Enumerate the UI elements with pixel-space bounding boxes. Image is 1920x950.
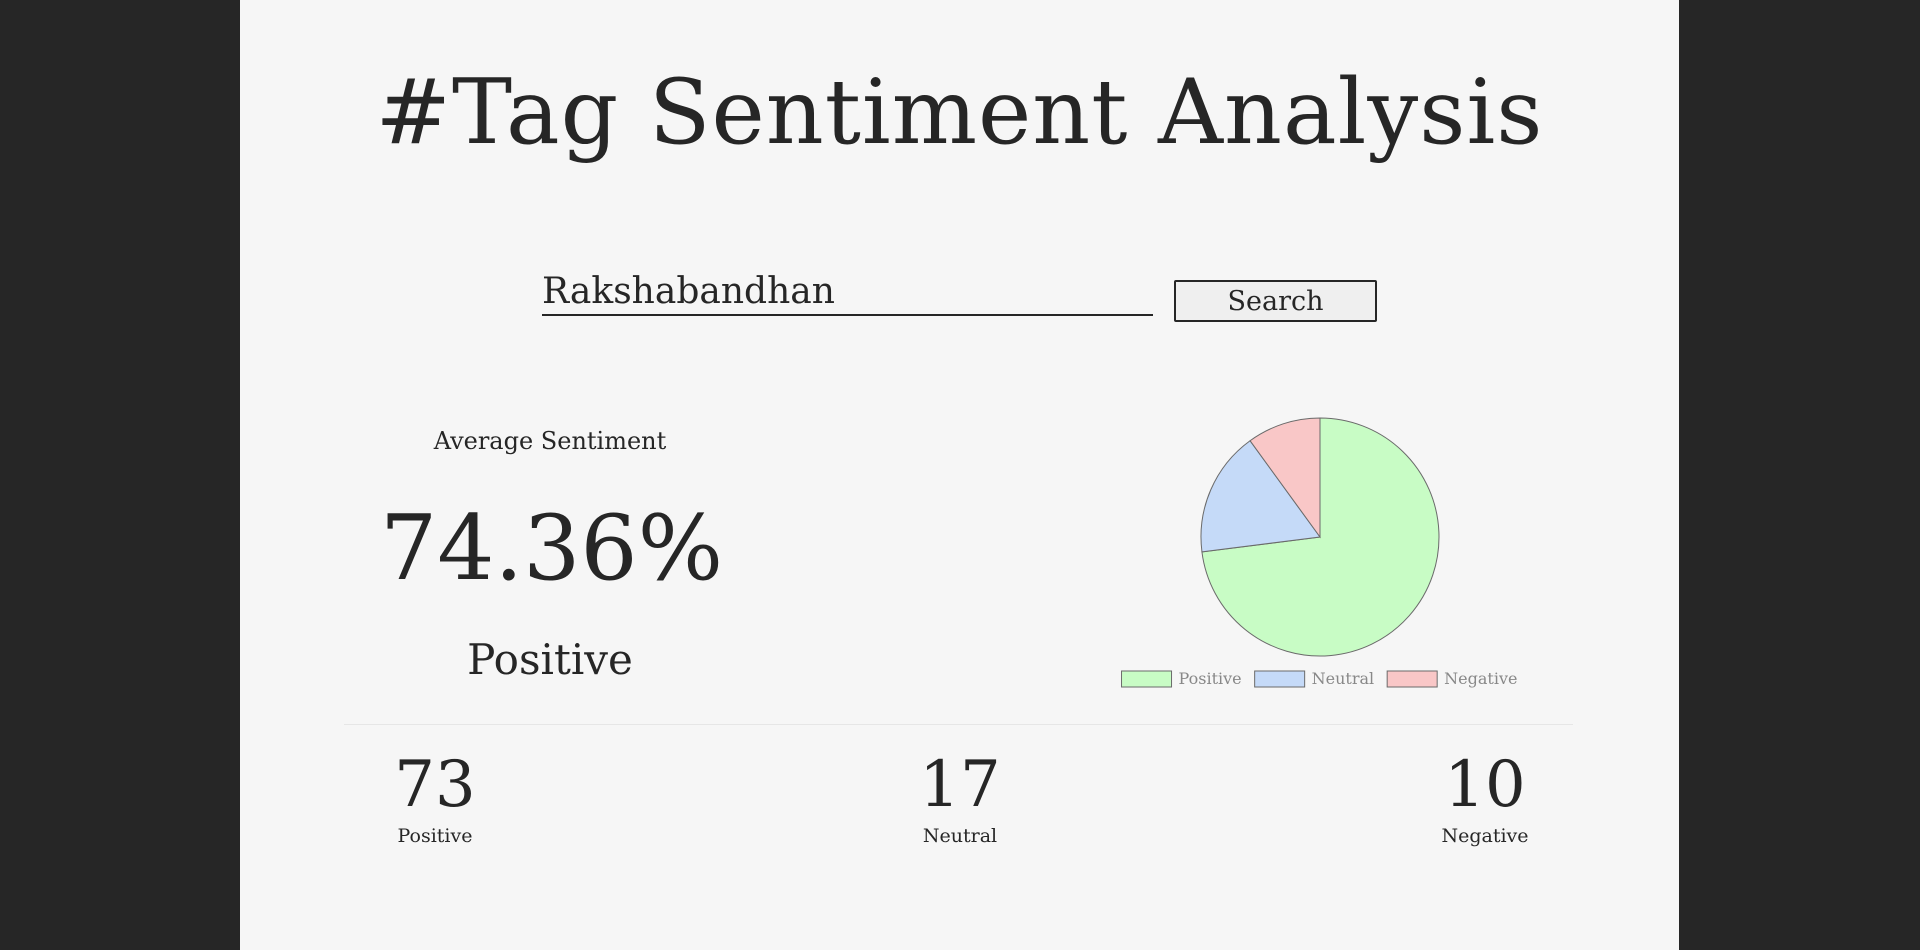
- count-neutral: 17 Neutral: [870, 746, 1050, 848]
- legend-label-negative: Negative: [1444, 669, 1517, 688]
- legend-swatch-neutral: [1254, 670, 1306, 688]
- pie-slices: [1200, 417, 1440, 657]
- divider: [344, 724, 1573, 725]
- average-sentiment-label: Average Sentiment: [433, 427, 667, 455]
- average-sentiment-value: 74.36%: [380, 496, 724, 601]
- search-input[interactable]: [542, 268, 1153, 316]
- count-positive: 73 Positive: [345, 746, 525, 848]
- page-title: #Tag Sentiment Analysis: [375, 60, 1544, 165]
- legend-swatch-positive: [1121, 670, 1173, 688]
- count-positive-value: 73: [394, 748, 476, 822]
- count-negative-label: Negative: [1441, 825, 1529, 847]
- count-neutral-label: Neutral: [922, 825, 998, 847]
- count-positive-label: Positive: [397, 825, 473, 847]
- count-negative: 10 Negative: [1395, 746, 1575, 848]
- legend-swatch-negative: [1386, 670, 1438, 688]
- main-panel: #Tag Sentiment Analysis Search Average S…: [240, 0, 1679, 950]
- legend-label-neutral: Neutral: [1312, 669, 1375, 688]
- count-negative-value: 10: [1444, 748, 1526, 822]
- legend-label-positive: Positive: [1179, 669, 1242, 688]
- sentiment-pie-chart: Positive Neutral Negative: [1121, 417, 1517, 688]
- count-neutral-value: 17: [919, 748, 1001, 822]
- search-button[interactable]: Search: [1174, 280, 1377, 322]
- pie-legend: Positive Neutral Negative: [1121, 669, 1517, 688]
- average-sentiment-classification: Positive: [467, 635, 633, 684]
